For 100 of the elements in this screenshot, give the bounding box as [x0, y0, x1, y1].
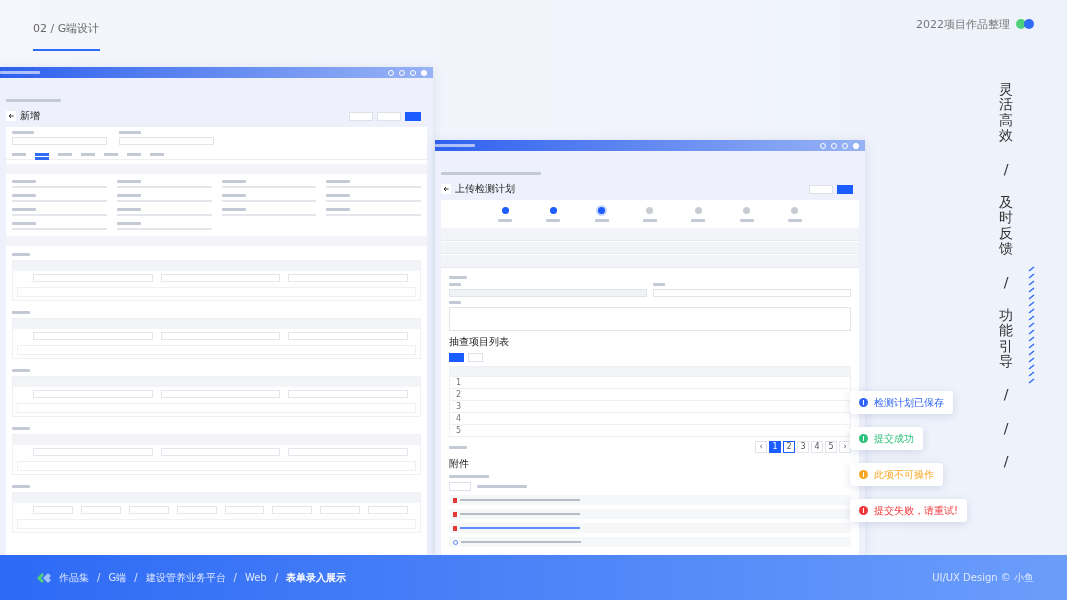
file-row[interactable] [449, 537, 851, 547]
text-area[interactable] [449, 307, 851, 331]
select-field[interactable] [119, 137, 214, 145]
placeholder-bar [116, 208, 141, 211]
input-field[interactable] [653, 289, 851, 297]
page-button[interactable]: 2 [783, 441, 795, 453]
tab[interactable] [127, 153, 141, 156]
breadcrumb-separator: / [134, 572, 138, 583]
tab[interactable] [12, 153, 26, 156]
placeholder-bar [326, 208, 351, 211]
breadcrumb-separator: / [97, 572, 101, 583]
input-field[interactable] [288, 448, 408, 456]
input-field[interactable] [320, 506, 361, 514]
placeholder-bar [12, 253, 30, 256]
slogan-text: / [1002, 387, 1010, 403]
file-row[interactable] [449, 509, 851, 519]
file-icon [453, 525, 457, 531]
input-field[interactable] [288, 390, 408, 398]
submit-button[interactable] [837, 184, 853, 194]
input-field[interactable] [33, 274, 153, 282]
breadcrumb-item[interactable]: G端 [108, 570, 127, 585]
tab[interactable] [104, 153, 118, 156]
input-field[interactable] [368, 506, 408, 514]
placeholder-bar [787, 219, 802, 222]
placeholder-bar [326, 194, 351, 197]
placeholder-bar [546, 219, 561, 222]
input-field[interactable] [224, 506, 265, 514]
select-field[interactable] [449, 289, 647, 297]
placeholder-bar [116, 222, 141, 225]
select-field[interactable] [12, 137, 107, 145]
placeholder-bar [12, 180, 36, 183]
section-title: 抽查项目列表 [449, 335, 510, 349]
slogan-text: 功能引导 [999, 307, 1013, 370]
placeholder-bar [12, 194, 36, 197]
input-field[interactable] [128, 506, 169, 514]
input-field[interactable] [160, 390, 281, 398]
input-field[interactable] [33, 506, 73, 514]
tab[interactable] [150, 153, 164, 156]
back-button[interactable] [441, 184, 451, 194]
placeholder-bar [449, 301, 461, 304]
placeholder-bar [12, 131, 34, 134]
input-field[interactable] [288, 332, 408, 340]
input-field[interactable] [160, 274, 281, 282]
page-button[interactable]: ‹ [755, 441, 767, 453]
slogan-text: 及时反馈 [999, 194, 1013, 257]
tab[interactable] [58, 153, 72, 156]
input-field[interactable] [33, 390, 153, 398]
file-row[interactable] [449, 523, 851, 533]
delete-button[interactable] [468, 353, 483, 362]
section-title: 02 / G端设计 [33, 22, 100, 35]
toast-message: 提交成功 [850, 427, 923, 450]
breadcrumb-item[interactable]: 建设管养业务平台 [145, 570, 226, 585]
slogan-text: / [1002, 161, 1010, 177]
back-button[interactable] [6, 111, 16, 121]
placeholder-bar [221, 208, 246, 211]
credit-text: UI/UX Design © 小鱼 [932, 570, 1034, 585]
input-field[interactable] [176, 506, 217, 514]
placeholder-bar [594, 219, 609, 222]
placeholder-bar [449, 445, 467, 449]
primary-button[interactable] [405, 111, 421, 121]
placeholder-bar [12, 427, 30, 430]
avatar-icon[interactable] [421, 69, 427, 76]
file-icon [453, 511, 457, 517]
placeholder-bar [653, 283, 665, 286]
page-button[interactable]: 5 [825, 441, 837, 453]
file-row[interactable] [449, 495, 851, 505]
placeholder-bar [12, 485, 30, 488]
breadcrumb-item[interactable]: 作品集 [59, 570, 89, 585]
input-field[interactable] [160, 332, 281, 340]
input-field[interactable] [33, 332, 153, 340]
input-field[interactable] [160, 448, 281, 456]
slogan-text: 灵活高效 [999, 82, 1013, 144]
input-field[interactable] [80, 506, 121, 514]
placeholder-bar [739, 219, 754, 222]
placeholder-bar [12, 311, 30, 314]
placeholder-bar [116, 194, 141, 197]
page-title: 新增 [20, 109, 40, 123]
placeholder-bar [449, 475, 489, 478]
table-cell: 1 [456, 378, 462, 387]
toast-message: 提交失败，请重试! [850, 499, 967, 522]
page-button[interactable]: 1 [769, 441, 781, 453]
secondary-button[interactable] [349, 111, 373, 121]
page-button[interactable]: 3 [797, 441, 809, 453]
page-button[interactable]: 4 [811, 441, 823, 453]
table-cell: 3 [456, 402, 462, 411]
logo-icon [37, 572, 51, 583]
upload-button[interactable] [449, 482, 471, 491]
tab[interactable] [81, 153, 95, 156]
breadcrumb-item[interactable]: 表单录入展示 [286, 570, 347, 585]
placeholder-bar [449, 283, 461, 286]
input-field[interactable] [33, 448, 153, 456]
avatar-icon[interactable] [853, 142, 859, 149]
placeholder-bar [326, 180, 351, 183]
breadcrumb-item[interactable]: Web [244, 572, 267, 583]
input-field[interactable] [288, 274, 408, 282]
placeholder-bar [116, 180, 141, 183]
placeholder-bar [12, 369, 30, 372]
input-field[interactable] [272, 506, 313, 514]
import-button[interactable] [449, 353, 464, 362]
table-cell: 4 [456, 414, 462, 423]
